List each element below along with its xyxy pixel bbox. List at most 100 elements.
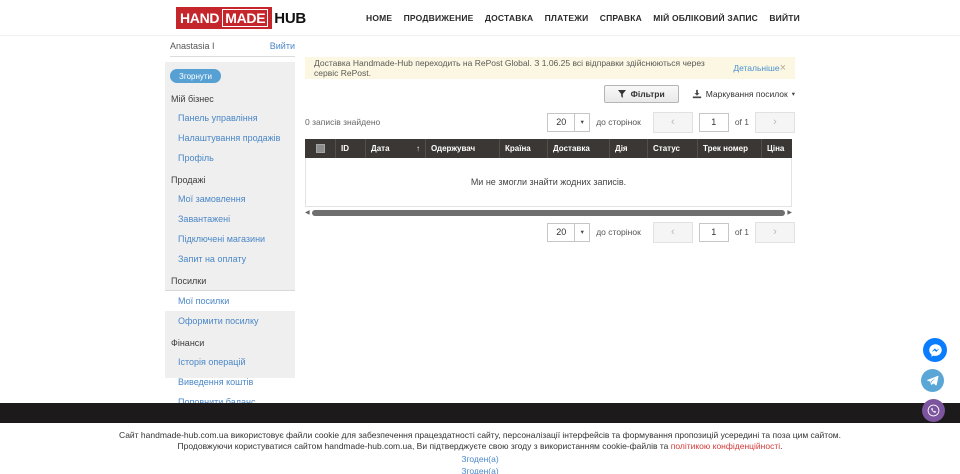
page-size-value: 20 bbox=[548, 114, 574, 131]
parcel-marking-button[interactable]: Маркування посилок ▾ bbox=[692, 89, 795, 99]
nav-item-logout[interactable]: ВИЙТИ bbox=[769, 13, 800, 23]
column-header-track-number[interactable]: Трек номер bbox=[697, 139, 761, 158]
banner-details-link[interactable]: Детальніше bbox=[733, 63, 779, 73]
sidebar-item-control-panel[interactable]: Панель управління bbox=[165, 108, 295, 128]
scrollbar-thumb[interactable] bbox=[312, 210, 786, 216]
toolbar: Фільтри Маркування посилок ▾ bbox=[305, 84, 795, 104]
cookie-notice-line2: Продовжуючи користуватися сайтом handmad… bbox=[0, 441, 960, 452]
per-page-label: до сторінок bbox=[596, 117, 641, 127]
logout-link[interactable]: Вийти bbox=[270, 41, 295, 51]
telegram-chat-button[interactable] bbox=[921, 369, 944, 392]
page-size-select[interactable]: 20 ▾ bbox=[547, 113, 590, 132]
agree-link[interactable]: Згоден(а) bbox=[0, 466, 960, 474]
nav-item-promotion[interactable]: ПРОДВИЖЕНИЕ bbox=[404, 13, 474, 23]
pagination-bottom: 20 ▾ до сторінок ‹ of 1 › bbox=[305, 221, 795, 243]
prev-page-button[interactable]: ‹ bbox=[653, 222, 693, 243]
next-page-button[interactable]: › bbox=[755, 112, 795, 133]
pagination-top: 0 записів знайдено 20 ▾ до сторінок ‹ of… bbox=[305, 111, 795, 133]
sidebar-item-create-parcel[interactable]: Оформити посилку bbox=[165, 311, 295, 331]
per-page-label: до сторінок bbox=[596, 227, 641, 237]
nav-item-my-account[interactable]: МІЙ ОБЛІКОВИЙ ЗАПИС bbox=[653, 13, 758, 23]
chevron-down-icon: ▾ bbox=[792, 90, 795, 98]
page-number-input[interactable] bbox=[699, 223, 729, 242]
footer-band bbox=[0, 403, 960, 423]
sidebar-section-sales: Продажі bbox=[165, 168, 295, 189]
nav-item-payments[interactable]: ПЛАТЕЖИ bbox=[545, 13, 589, 23]
privacy-policy-link[interactable]: політикою конфіденційності bbox=[671, 441, 780, 451]
table-header-row: ID Дата ↑ Одержувач Країна Доставка Дія … bbox=[305, 139, 792, 158]
chevron-down-icon: ▾ bbox=[581, 228, 584, 236]
sidebar-item-withdraw-funds[interactable]: Виведення коштів bbox=[165, 372, 295, 392]
nav-item-help[interactable]: СПРАВКА bbox=[600, 13, 642, 23]
select-all-checkbox[interactable] bbox=[316, 144, 325, 153]
viber-chat-button[interactable] bbox=[922, 399, 945, 422]
pagination-controls-top: 20 ▾ до сторінок ‹ of 1 › bbox=[547, 112, 795, 133]
sidebar-item-operations-history[interactable]: Історія операцій bbox=[165, 352, 295, 372]
prev-page-button[interactable]: ‹ bbox=[653, 112, 693, 133]
parcel-marking-label: Маркування посилок bbox=[706, 89, 788, 99]
sidebar-item-profile[interactable]: Профіль bbox=[165, 148, 295, 168]
banner-close-icon[interactable]: × bbox=[780, 62, 786, 74]
page-of-label: of 1 bbox=[735, 227, 749, 237]
notification-banner: Доставка Handmade-Hub переходить на RePo… bbox=[305, 57, 795, 79]
collapse-sidebar-button[interactable]: Згорнути bbox=[170, 69, 221, 83]
agree-link[interactable]: Згоден(а) bbox=[0, 454, 960, 465]
scroll-left-icon[interactable]: ◀ bbox=[305, 210, 310, 216]
next-page-button[interactable]: › bbox=[755, 222, 795, 243]
main-nav: HOME ПРОДВИЖЕНИЕ ДОСТАВКА ПЛАТЕЖИ СПРАВК… bbox=[366, 0, 800, 36]
messenger-icon bbox=[928, 343, 943, 358]
sidebar-section-parcels: Посилки bbox=[165, 269, 295, 290]
nav-item-delivery[interactable]: ДОСТАВКА bbox=[485, 13, 533, 23]
page: HAND MADE HUB HOME ПРОДВИЖЕНИЕ ДОСТАВКА … bbox=[0, 0, 960, 474]
page-number-input[interactable] bbox=[699, 113, 729, 132]
column-header-country[interactable]: Країна bbox=[499, 139, 547, 158]
sidebar-item-sales-settings[interactable]: Налаштування продажів bbox=[165, 128, 295, 148]
download-tray-icon bbox=[692, 89, 702, 99]
table-empty-state: Ми не змогли знайти жодних записів. bbox=[305, 158, 792, 207]
viber-icon bbox=[927, 404, 940, 417]
nav-item-home[interactable]: HOME bbox=[366, 13, 392, 23]
column-header-recipient[interactable]: Одержувач bbox=[425, 139, 499, 158]
cookie-notice-line2-suffix: . bbox=[780, 441, 782, 451]
sidebar-item-connected-shops[interactable]: Підключені магазини bbox=[165, 229, 295, 249]
sort-asc-icon[interactable]: ↑ bbox=[416, 144, 420, 153]
cookie-notice-line2-text: Продовжуючи користуватися сайтом handmad… bbox=[178, 441, 671, 451]
logo-hub: HUB bbox=[274, 10, 306, 27]
page-of-label: of 1 bbox=[735, 117, 749, 127]
logo-red-box: HAND MADE bbox=[176, 7, 272, 29]
user-name: Anastasia I bbox=[170, 41, 215, 51]
user-bar: Anastasia I Вийти bbox=[170, 41, 295, 57]
sidebar-item-payment-request[interactable]: Запит на оплату bbox=[165, 249, 295, 269]
funnel-icon bbox=[618, 90, 626, 98]
top-header: HAND MADE HUB HOME ПРОДВИЖЕНИЕ ДОСТАВКА … bbox=[0, 0, 960, 36]
column-header-status[interactable]: Статус bbox=[647, 139, 697, 158]
cookie-notice-line1: Сайт handmade-hub.com.ua використовує фа… bbox=[0, 430, 960, 441]
telegram-icon bbox=[926, 374, 939, 387]
footer: Сайт handmade-hub.com.ua використовує фа… bbox=[0, 430, 960, 474]
scrollbar-track[interactable] bbox=[312, 210, 786, 216]
chevron-down-icon: ▾ bbox=[581, 118, 584, 126]
filters-button[interactable]: Фільтри bbox=[604, 85, 679, 103]
column-header-date[interactable]: Дата ↑ bbox=[365, 139, 425, 158]
logo-hand: HAND bbox=[180, 10, 219, 26]
logo-made: MADE bbox=[222, 9, 268, 27]
column-header-delivery[interactable]: Доставка bbox=[547, 139, 609, 158]
records-count: 0 записів знайдено bbox=[305, 117, 380, 127]
column-header-price[interactable]: Ціна bbox=[761, 139, 792, 158]
sidebar-section-finance: Фінанси bbox=[165, 331, 295, 352]
sidebar: Згорнути Мій бізнес Панель управління На… bbox=[165, 62, 295, 378]
page-size-select[interactable]: 20 ▾ bbox=[547, 223, 590, 242]
sidebar-item-my-orders[interactable]: Мої замовлення bbox=[165, 189, 295, 209]
sidebar-item-my-parcels[interactable]: Мої посилки bbox=[165, 290, 295, 311]
horizontal-scrollbar: ◀ ▶ bbox=[305, 208, 792, 218]
sidebar-item-uploaded[interactable]: Завантажені bbox=[165, 209, 295, 229]
column-header-action[interactable]: Дія bbox=[609, 139, 647, 158]
scroll-right-icon[interactable]: ▶ bbox=[787, 210, 792, 216]
handmade-hub-logo[interactable]: HAND MADE HUB bbox=[176, 7, 306, 29]
messenger-chat-button[interactable] bbox=[923, 338, 947, 362]
banner-text: Доставка Handmade-Hub переходить на RePo… bbox=[314, 58, 730, 78]
column-header-date-label: Дата bbox=[371, 144, 390, 153]
filters-button-label: Фільтри bbox=[631, 89, 665, 99]
page-size-value: 20 bbox=[548, 224, 574, 241]
column-header-id[interactable]: ID bbox=[335, 139, 365, 158]
